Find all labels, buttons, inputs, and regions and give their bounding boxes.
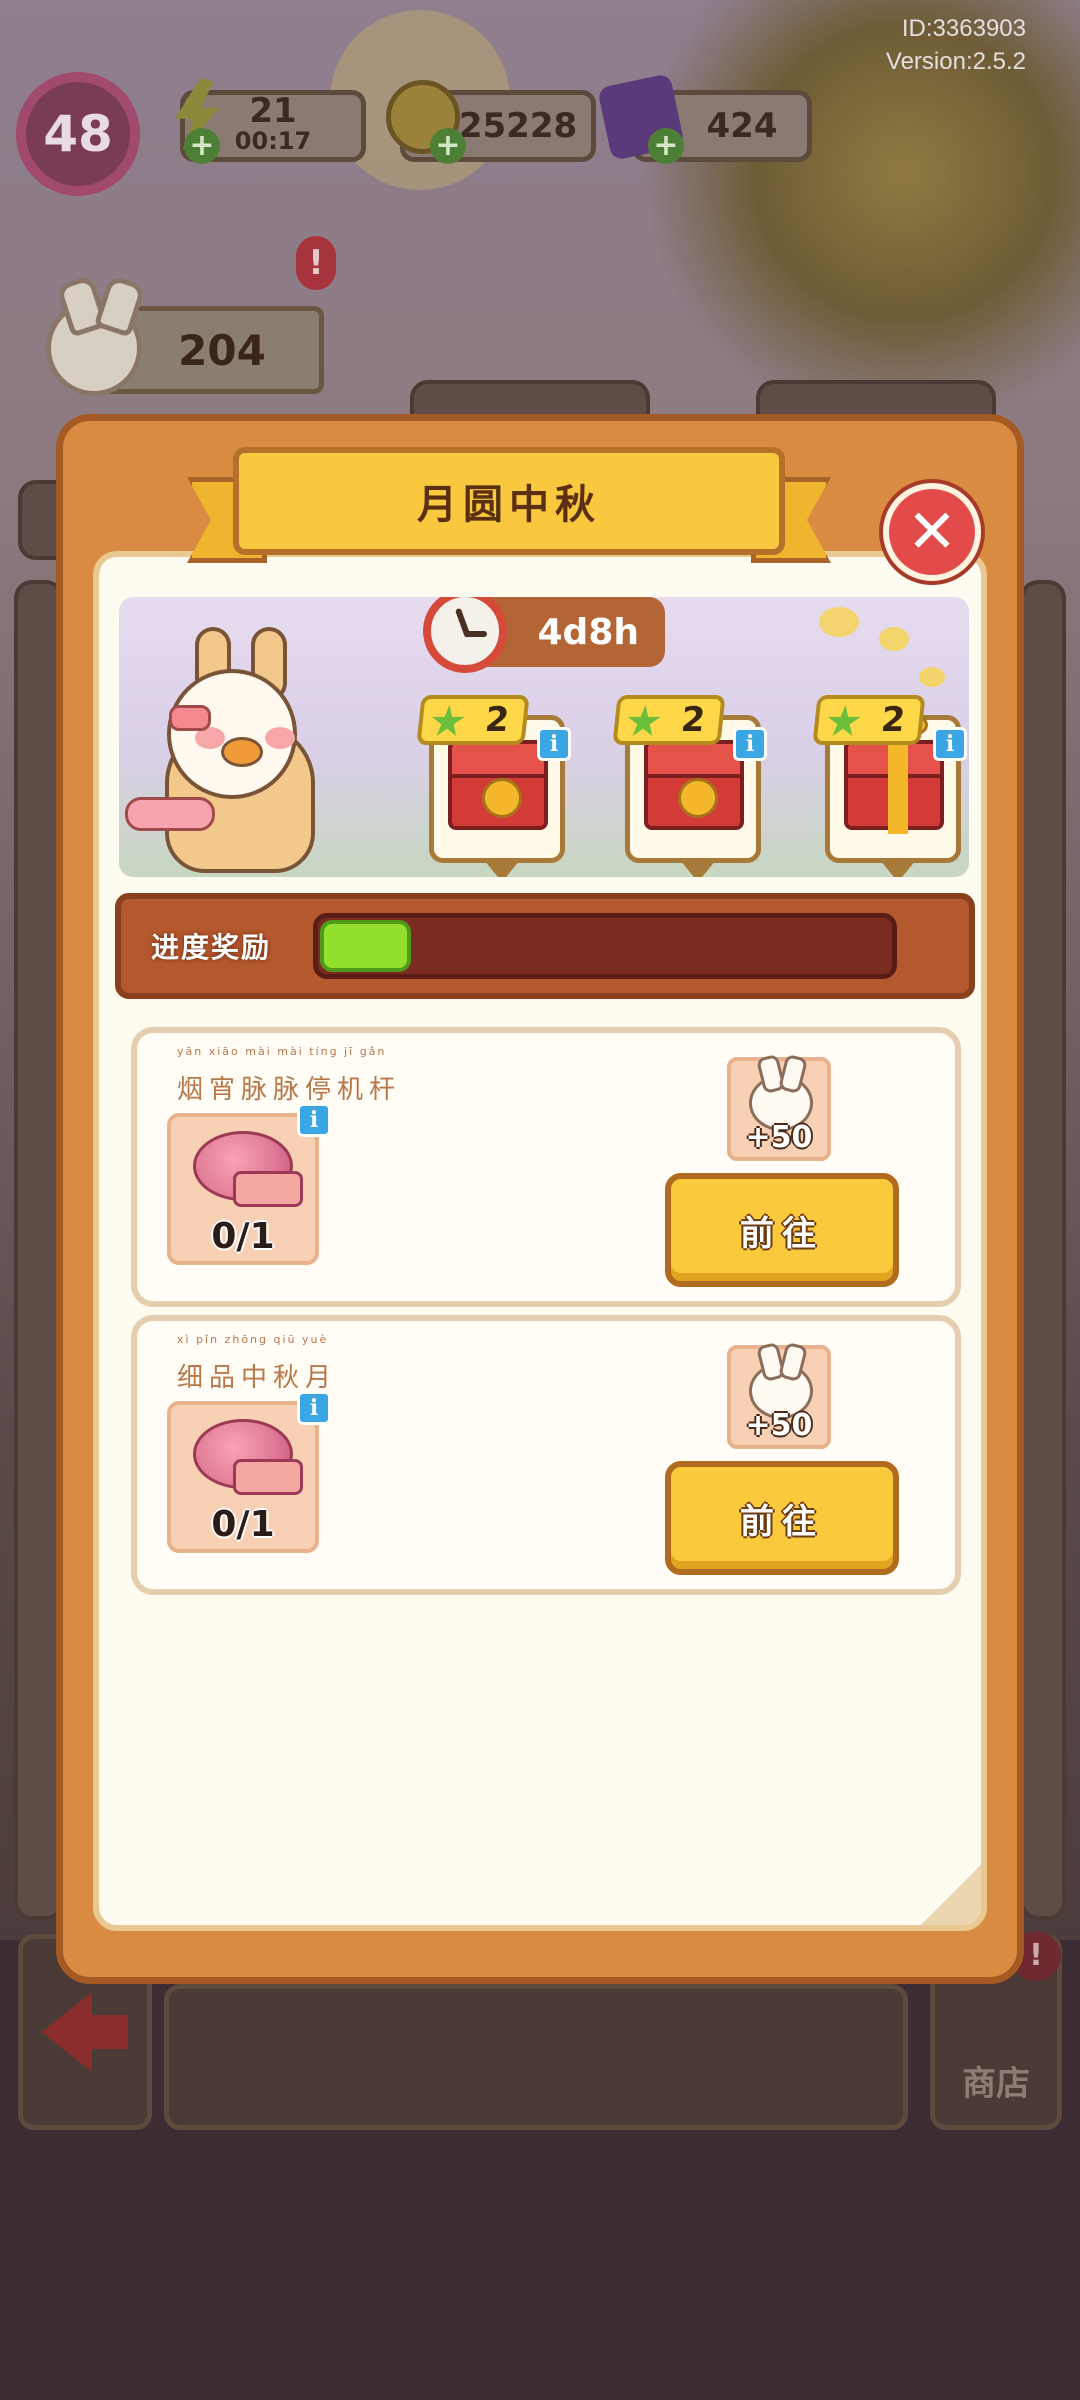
level-badge[interactable]: 48	[16, 72, 140, 196]
reward-3-badge: 2	[812, 695, 926, 745]
reward-3-count: 2	[879, 700, 908, 740]
reward-3-info-icon[interactable]: i	[933, 727, 967, 761]
ribbon-body: 月圆中秋	[233, 447, 785, 555]
task-2-info-icon[interactable]: i	[297, 1391, 331, 1425]
osmanthus-decoration	[879, 627, 909, 651]
progress-label: 进度奖励	[151, 931, 272, 964]
mascot-beak	[221, 737, 263, 767]
task-card-1: yān xiāo mài mài tíng jī gǎn 烟宵脉脉停机杆 0/1…	[131, 1027, 961, 1307]
event-title: 月圆中秋	[417, 482, 601, 528]
event-modal: 4d8h 2 i 2 i 2 i 进度奖励 yān xiāo mài mài t…	[56, 414, 1024, 1984]
task-1-pinyin: yān xiāo mài mài tíng jī gǎn	[177, 1045, 387, 1058]
close-icon: ✕	[906, 497, 958, 567]
task-2-pinyin: xì pǐn zhōng qiū yuè	[177, 1333, 329, 1346]
reward-2-count: 2	[679, 700, 708, 740]
osmanthus-decoration	[919, 667, 945, 687]
task-1-reward-amount: +50	[745, 1120, 813, 1155]
progress-reward-bar: 进度奖励	[115, 893, 975, 999]
bunny-score-value: 204	[178, 325, 266, 375]
task-1-item-count: 0/1	[211, 1216, 275, 1257]
reward-1-badge: 2	[416, 695, 530, 745]
progress-track	[313, 913, 897, 979]
star-icon	[625, 705, 663, 739]
chest-emblem	[482, 778, 522, 818]
back-arrow-stem	[88, 2015, 128, 2049]
alert-icon[interactable]: !	[296, 236, 336, 290]
player-id-version: ID:3363903 Version:2.5.2	[886, 12, 1026, 78]
event-banner: 4d8h 2 i 2 i 2 i	[119, 597, 969, 877]
mascot-cheek	[265, 727, 295, 749]
bunny-icon	[46, 300, 142, 396]
reward-2-info-icon[interactable]: i	[733, 727, 767, 761]
task-1-item[interactable]: 0/1	[167, 1113, 319, 1265]
reward-2-badge: 2	[612, 695, 726, 745]
osmanthus-decoration	[819, 607, 859, 637]
energy-timer: 00:17	[234, 127, 312, 155]
reward-1-info-icon[interactable]: i	[537, 727, 571, 761]
player-id: ID:3363903	[901, 15, 1026, 42]
mascot-scarf	[125, 797, 215, 831]
right-side-panel	[1020, 580, 1066, 1920]
task-1-info-icon[interactable]: i	[297, 1103, 331, 1137]
ornate-chest-icon	[644, 740, 744, 830]
modal-content: 4d8h 2 i 2 i 2 i 进度奖励 yān xiāo mài mài t…	[93, 551, 987, 1931]
add-gems-icon[interactable]: +	[648, 128, 684, 164]
event-timer-value: 4d8h	[537, 611, 640, 653]
task-2-item-count: 0/1	[211, 1504, 275, 1545]
red-chest-icon	[448, 740, 548, 830]
close-button[interactable]: ✕	[883, 483, 981, 581]
task-2-title: 细品中秋月	[177, 1363, 338, 1393]
task-2-item[interactable]: 0/1	[167, 1401, 319, 1553]
title-ribbon: 月圆中秋	[187, 447, 831, 563]
mooncake-slice-icon	[233, 1171, 303, 1207]
add-coins-icon[interactable]: +	[430, 128, 466, 164]
task-1-title: 烟宵脉脉停机杆	[177, 1075, 402, 1105]
gift-chest-icon	[844, 710, 944, 834]
progress-fill	[320, 920, 411, 972]
task-2-reward-amount: +50	[745, 1408, 813, 1443]
bottom-middle-panel	[164, 1984, 908, 2130]
task-2-reward: +50	[727, 1345, 831, 1449]
add-energy-icon[interactable]: +	[184, 128, 220, 164]
shop-label: 商店	[962, 2064, 1030, 2104]
task-1-reward: +50	[727, 1057, 831, 1161]
bunny-mascot	[125, 627, 365, 877]
page-curl-decoration	[921, 1865, 981, 1925]
star-icon	[825, 705, 863, 739]
reward-1-count: 2	[483, 700, 512, 740]
task-2-go-button[interactable]: 前往	[665, 1461, 899, 1575]
chest-emblem	[678, 778, 718, 818]
back-arrow-icon	[42, 1992, 92, 2072]
star-icon	[429, 705, 467, 739]
mascot-bow	[169, 705, 211, 731]
task-card-2: xì pǐn zhōng qiū yuè 细品中秋月 0/1 i +50 前往	[131, 1315, 961, 1595]
game-version: Version:2.5.2	[885, 48, 1026, 75]
task-1-go-button[interactable]: 前往	[665, 1173, 899, 1287]
level-value: 48	[43, 105, 113, 163]
energy-value: 21	[249, 91, 297, 131]
mooncake-slice-icon	[233, 1459, 303, 1495]
